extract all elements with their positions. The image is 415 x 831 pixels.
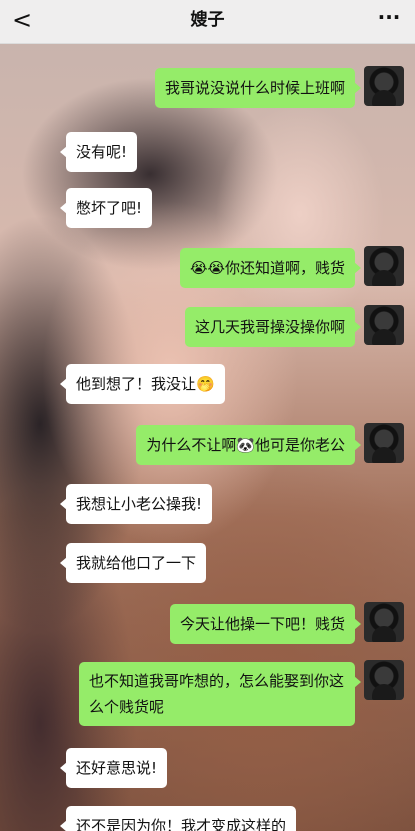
message-bubble-outgoing[interactable]: 今天让他操一下吧！贱货 [169,604,362,644]
chevron-left-icon[interactable]: < [10,5,34,35]
message-bubble-incoming[interactable]: 他到想了！我没让🤭 [60,364,225,404]
my-avatar[interactable] [364,423,404,463]
my-avatar[interactable] [364,66,404,106]
message-bubble-outgoing[interactable]: 😭😭你还知道啊，贱货 [179,248,362,288]
my-avatar[interactable] [364,660,404,700]
my-avatar[interactable] [364,602,404,642]
message-bubble-incoming[interactable]: 我就给他口了一下 [59,543,207,583]
chat-header: < 嫂子 ··· [0,0,415,44]
message-bubble-incoming[interactable]: 憋坏了吧! [59,188,153,228]
message-bubble-outgoing[interactable]: 也不知道我哥咋想的，怎么能娶到你这么个贱货呢 [79,662,361,726]
message-bubble-incoming[interactable]: 还好意思说! [59,748,168,788]
my-avatar[interactable] [364,246,404,286]
message-bubble-incoming[interactable]: 还不是因为你！我才变成这样的 [59,806,297,831]
message-bubble-incoming[interactable]: 我想让小老公操我! [59,484,213,524]
my-avatar[interactable] [364,305,404,345]
message-bubble-outgoing[interactable]: 我哥说没说什么时候上班啊 [154,68,362,108]
message-bubble-incoming[interactable]: 没有呢! [59,132,138,172]
message-bubble-outgoing[interactable]: 为什么不让啊🐼他可是你老公 [136,425,361,465]
more-dots-icon[interactable]: ··· [377,4,401,34]
message-bubble-outgoing[interactable]: 这几天我哥操没操你啊 [184,307,362,347]
chat-title: 嫂子 [190,10,225,30]
